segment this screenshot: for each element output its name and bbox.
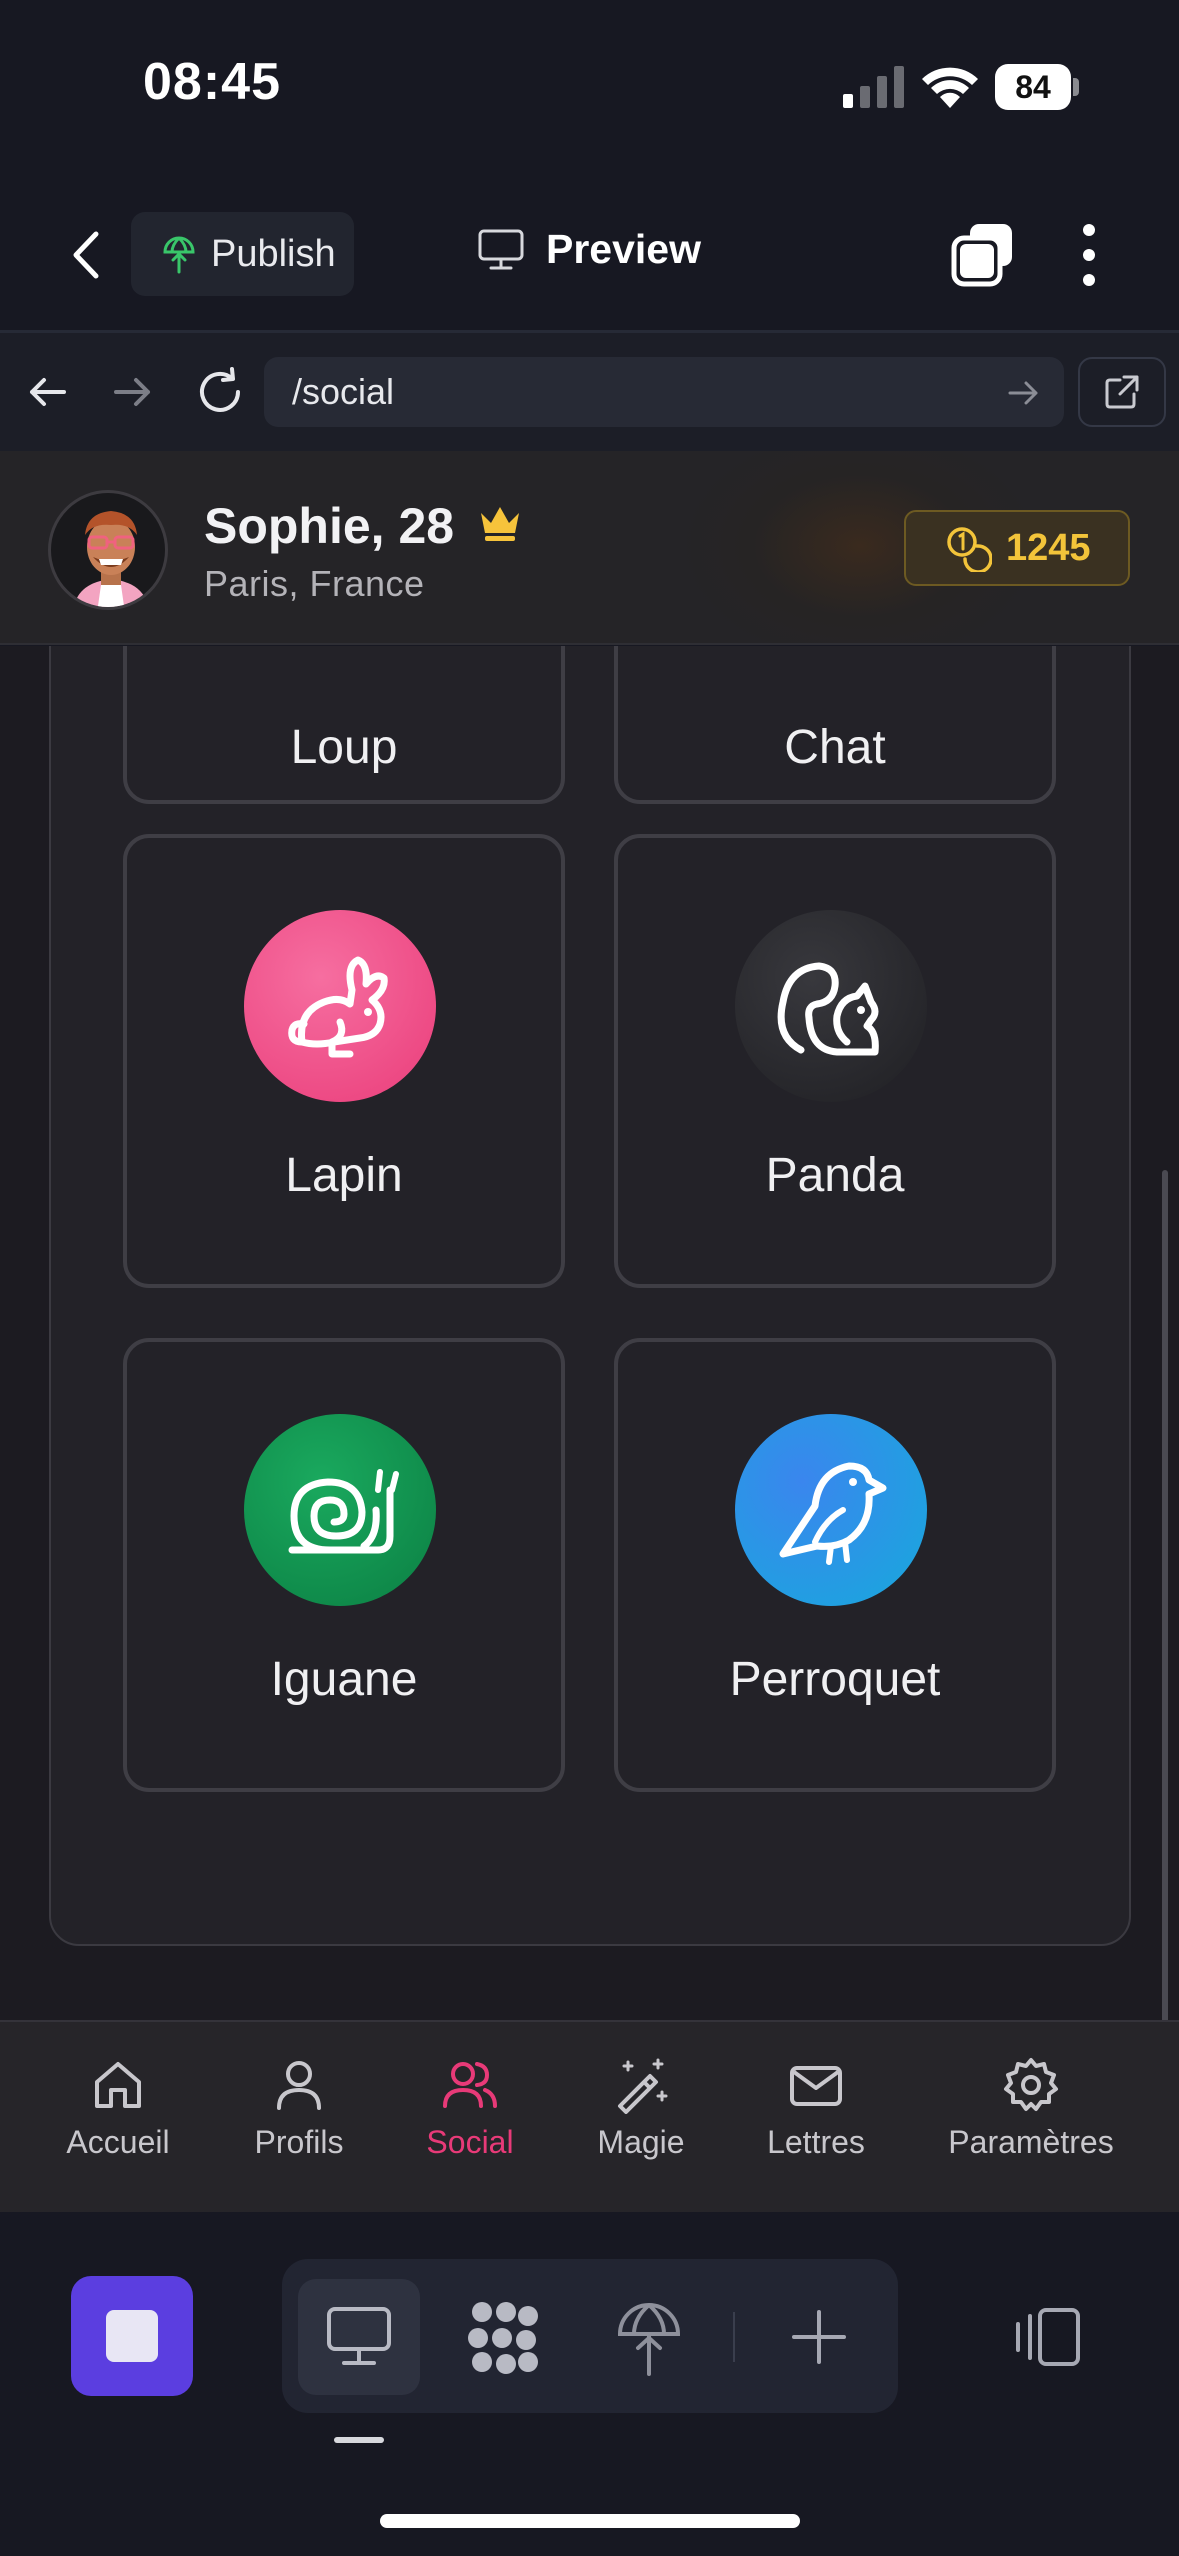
publish-button[interactable]: Publish [131,212,354,296]
monitor-icon [478,229,524,269]
rabbit-icon [288,956,388,1058]
coins-badge[interactable]: 1245 [904,510,1130,586]
snail-icon [288,1469,399,1554]
tab-lettres[interactable]: Lettres [726,2056,906,2161]
desktop-view-button[interactable] [298,2279,420,2395]
dock-divider [733,2312,735,2362]
browser-back-icon[interactable] [22,366,74,418]
open-external-button[interactable] [1078,357,1166,427]
bird-icon-circle [735,1414,927,1606]
tile-iguane[interactable]: Iguane [123,1338,565,1792]
battery-indicator: 84 [995,64,1081,110]
browser-forward-icon[interactable] [106,366,158,418]
tile-label: Loup [290,721,398,774]
tab-label: Magie [597,2124,685,2160]
tab-label: Paramètres [948,2124,1114,2160]
components-icon[interactable] [466,2300,542,2376]
animal-grid-card: Loup Chat Lapin Panda Iguane Perroquet [49,646,1131,1946]
gear-icon [1004,2058,1058,2111]
tile-lapin[interactable]: Lapin [123,834,565,1288]
squirrel-icon [777,962,879,1056]
url-input[interactable]: /social [264,357,1064,427]
tile-chat[interactable]: Chat [614,646,1056,804]
tile-label: Panda [765,1149,905,1202]
add-icon[interactable] [790,2308,848,2366]
tile-label: Iguane [270,1653,418,1706]
tile-label: Chat [784,721,886,774]
squirrel-icon-circle [735,910,927,1102]
deploy-globe-icon[interactable] [614,2298,684,2378]
tab-social[interactable]: Social [380,2056,560,2161]
stop-button[interactable] [71,2276,193,2396]
user-icon [277,2061,321,2110]
coins-value: 1245 [1006,526,1091,569]
pages-icon[interactable] [950,222,1016,288]
back-button[interactable] [62,222,112,288]
external-link-icon [1105,375,1139,409]
crown-icon [481,507,519,541]
tile-perroquet[interactable]: Perroquet [614,1338,1056,1792]
tab-label: Lettres [767,2124,865,2160]
tab-label: Profils [254,2124,344,2160]
profile-location: Paris, France [204,563,425,604]
tab-accueil[interactable]: Accueil [28,2056,208,2161]
snail-icon-circle [244,1414,436,1606]
home-indicator[interactable] [380,2514,800,2528]
profile-name: Sophie, 28 [204,498,455,554]
tab-label: Accueil [66,2124,170,2160]
avatar[interactable] [48,490,168,610]
users-icon [443,2062,497,2108]
wifi-icon [922,67,978,108]
reload-icon[interactable] [192,364,248,420]
tile-label: Perroquet [729,1653,941,1706]
dock-active-indicator [334,2437,384,2443]
coins-icon [947,527,992,572]
bird-icon [779,1462,887,1565]
publish-globe-icon [163,236,195,274]
preview-button[interactable]: Preview [478,226,701,273]
tile-panda[interactable]: Panda [614,834,1056,1288]
tab-label: Social [426,2124,514,2160]
status-time: 08:45 [143,53,281,111]
mail-icon [790,2066,842,2106]
signal-icon [843,66,904,108]
tile-label: Lapin [285,1149,403,1202]
battery-level: 84 [995,64,1071,110]
magic-wand-icon [618,2058,668,2114]
tile-loup[interactable]: Loup [123,646,565,804]
tab-magie[interactable]: Magie [551,2056,731,2161]
publish-label: Publish [211,232,336,275]
more-options-icon[interactable] [1074,222,1104,288]
rabbit-icon-circle [244,910,436,1102]
go-arrow-icon[interactable] [1004,375,1044,411]
monitor-icon [327,2307,391,2365]
tab-parametres[interactable]: Paramètres [941,2056,1121,2161]
preview-label: Preview [546,226,701,272]
tab-profils[interactable]: Profils [209,2056,389,2161]
device-frame-icon[interactable] [1010,2304,1082,2370]
content-area: Loup Chat Lapin Panda Iguane Perroquet [0,646,1179,2020]
home-icon [95,2062,141,2108]
